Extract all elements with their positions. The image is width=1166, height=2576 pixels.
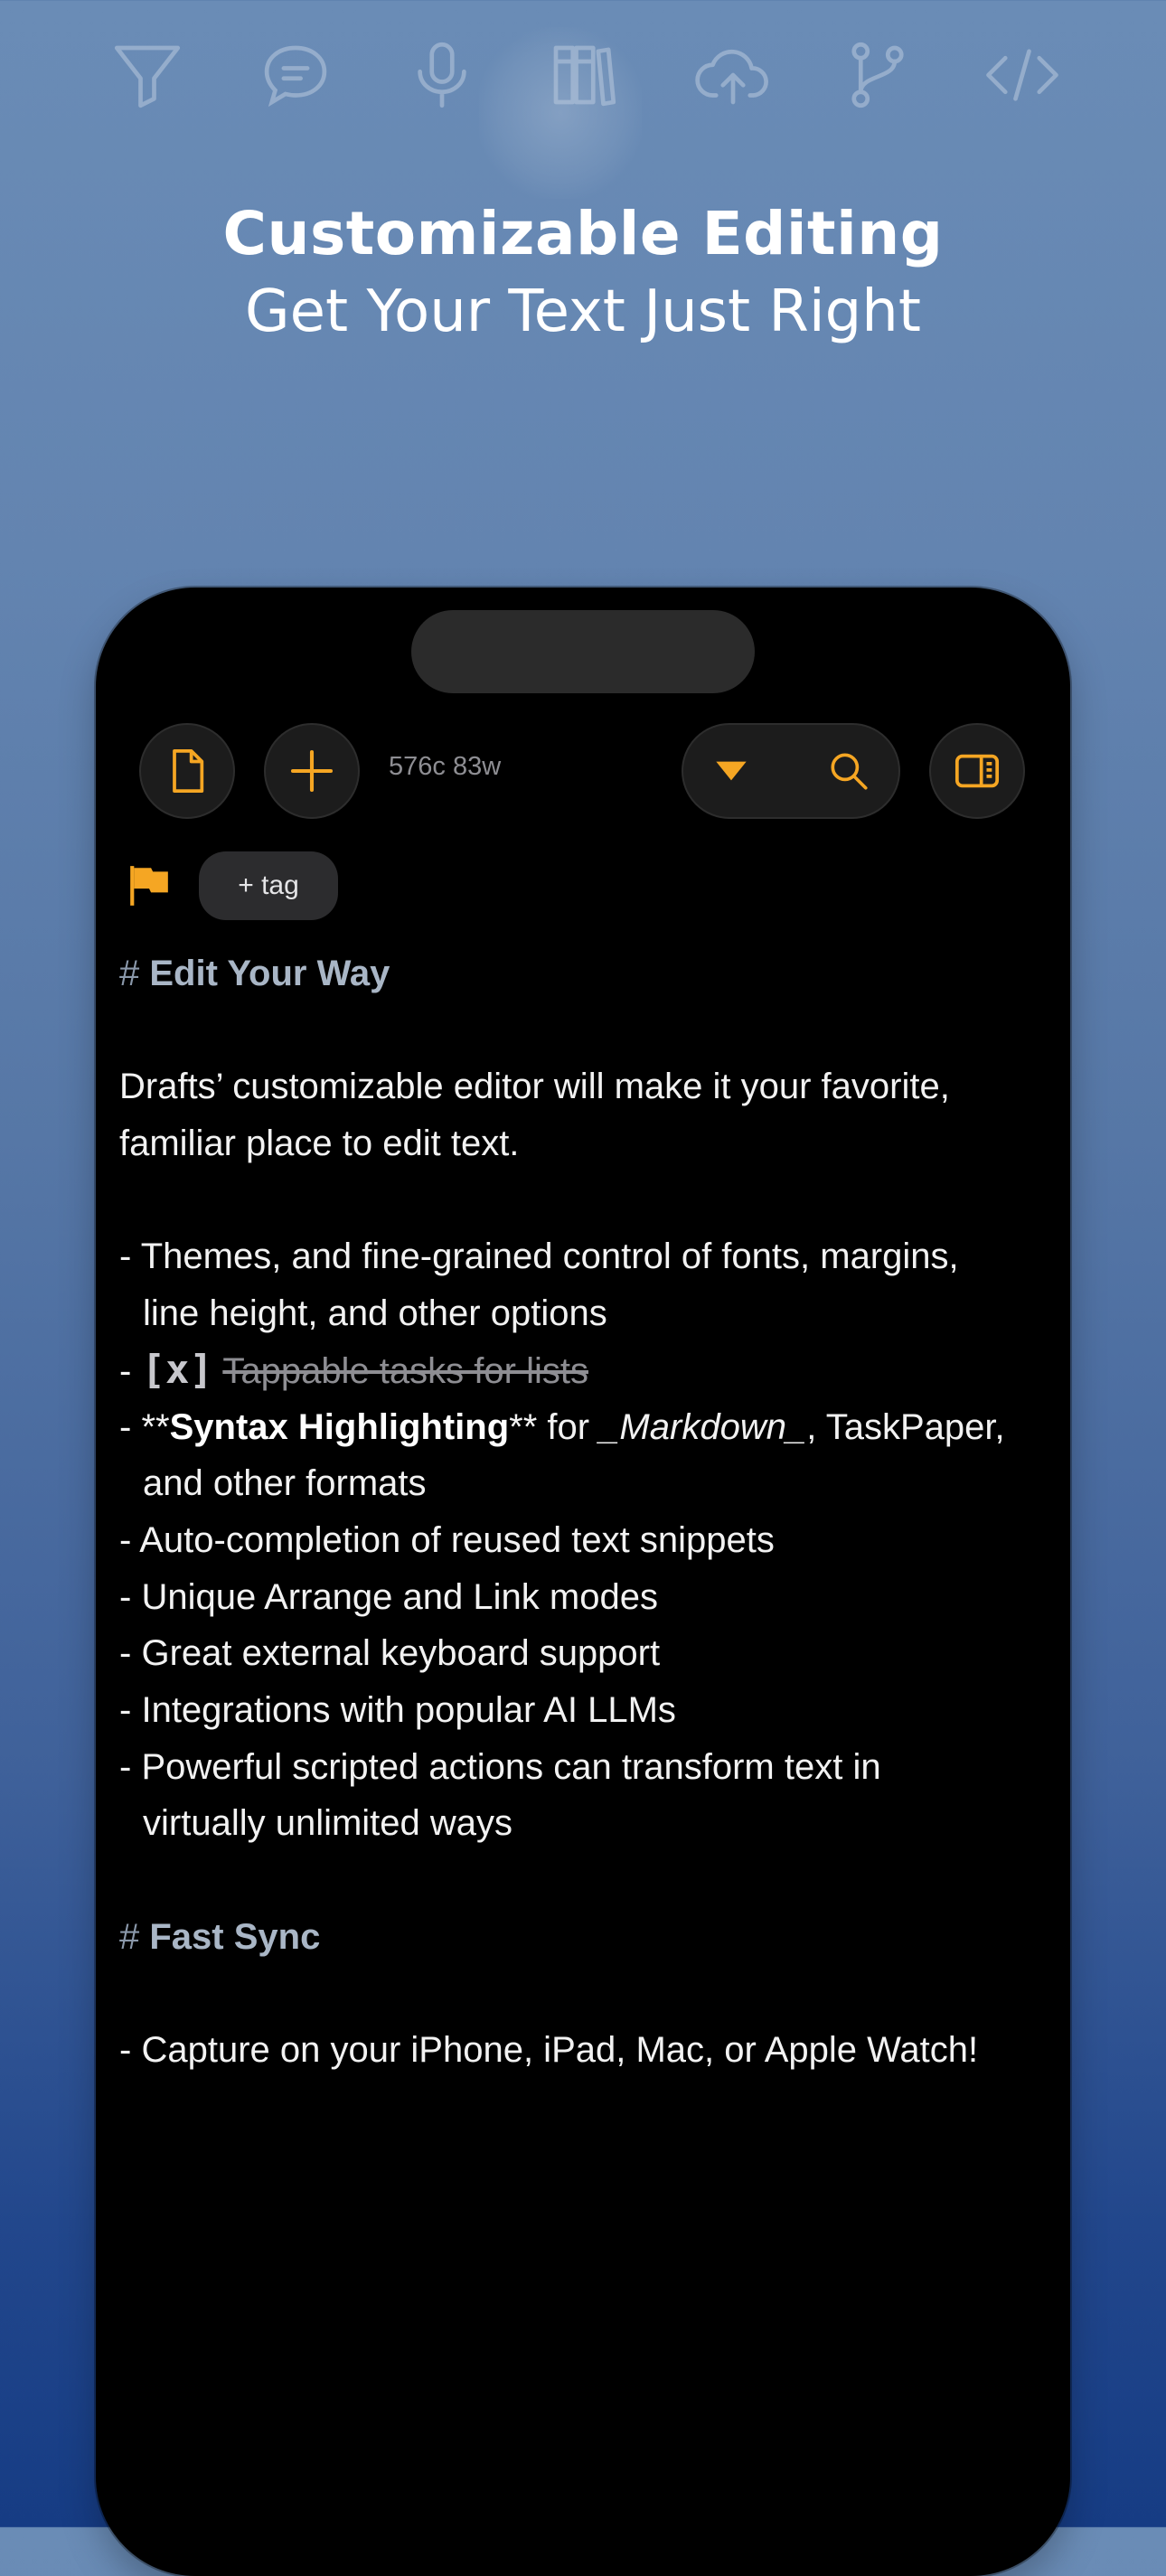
new-draft-button[interactable]	[139, 723, 235, 819]
comment-icon	[255, 34, 336, 116]
microphone-icon	[401, 34, 483, 116]
filter-icon	[107, 34, 188, 116]
character-word-count: 576c 83w	[389, 752, 502, 781]
list-item: - Auto-completion of reused text snippet…	[119, 1519, 775, 1560]
add-button[interactable]	[264, 723, 360, 819]
list-item: - **Syntax Highlighting** for _Markdown_…	[119, 1406, 1005, 1447]
action-pill	[682, 723, 900, 819]
feature-icon-strip	[0, 27, 1166, 199]
list-item-continuation: and other formats	[143, 1463, 427, 1504]
list-item: - Themes, and fine-grained control of fo…	[119, 1236, 959, 1277]
task-checkbox[interactable]: [x]	[141, 1347, 212, 1393]
task-item: - [x] Tappable tasks for lists	[119, 1346, 588, 1393]
cloud-upload-icon	[692, 34, 774, 116]
code-icon	[982, 34, 1063, 116]
library-icon	[542, 34, 624, 116]
triangle-down-icon	[716, 761, 747, 781]
list-item-continuation: line height, and other options	[143, 1293, 607, 1334]
list-item: - Unique Arrange and Link modes	[119, 1576, 658, 1617]
list-item-continuation: virtually unlimited ways	[143, 1803, 513, 1844]
heading-line: # Fast Sync	[119, 1916, 321, 1957]
search-button[interactable]	[801, 725, 897, 817]
list-item: - Great external keyboard support	[119, 1633, 661, 1674]
list-item: - Integrations with popular AI LLMs	[119, 1689, 676, 1730]
hero-title: Customizable Editing	[222, 199, 944, 268]
intro-line: Drafts’ customizable editor will make it…	[119, 1067, 950, 1107]
list-item: - Powerful scripted actions can transfor…	[119, 1746, 881, 1787]
search-icon	[831, 753, 868, 790]
hero-subtitle: Get Your Text Just Right	[245, 278, 921, 345]
document-icon	[173, 748, 204, 794]
list-item: - Capture on your iPhone, iPad, Mac, or …	[119, 2030, 979, 2071]
sidebar-icon	[954, 754, 1000, 788]
plus-icon	[290, 749, 334, 793]
intro-line: familiar place to edit text.	[119, 1123, 520, 1164]
sidebar-toggle-button[interactable]	[929, 723, 1025, 819]
heading-line: # Edit Your Way	[119, 954, 390, 993]
dropdown-button[interactable]	[683, 725, 779, 817]
add-tag-button[interactable]: + tag	[199, 851, 338, 920]
flag-icon[interactable]	[127, 862, 172, 907]
dynamic-island	[411, 610, 755, 693]
branch-icon	[837, 34, 918, 116]
editor-text-area[interactable]: # Edit Your Way Drafts’ customizable edi…	[119, 945, 1059, 2079]
